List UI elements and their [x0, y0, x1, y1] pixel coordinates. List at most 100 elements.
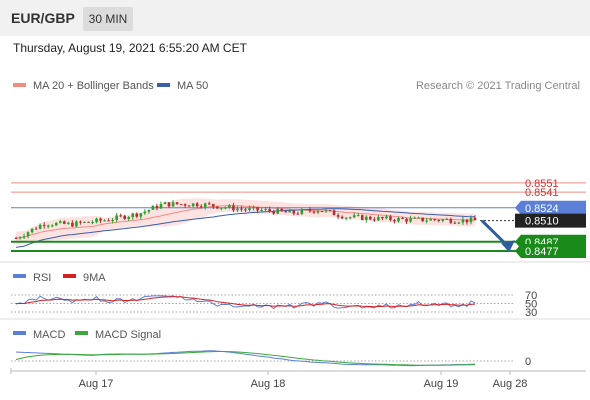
rsi-ma-line	[15, 296, 476, 308]
candle-body	[147, 209, 151, 212]
candle-body	[34, 228, 38, 230]
candle-body	[473, 217, 477, 221]
candle-body	[344, 217, 348, 219]
candle-body	[119, 215, 122, 217]
candle-body	[163, 202, 167, 204]
candle-body	[240, 208, 243, 210]
candle-body	[332, 210, 336, 216]
candle-body	[373, 219, 376, 221]
candle-body	[316, 211, 320, 213]
candle-body	[284, 211, 288, 213]
candle-body	[256, 207, 259, 211]
candle-body	[369, 216, 372, 220]
candle-body	[356, 215, 360, 217]
candle-body	[268, 209, 271, 211]
candle-body	[377, 216, 380, 221]
candle-body	[103, 220, 106, 222]
candle-body	[95, 218, 98, 223]
macd-signal-line	[15, 351, 476, 366]
candle-body	[437, 219, 441, 221]
candle-body	[171, 202, 175, 207]
candle-body	[397, 217, 400, 222]
candle-body	[453, 222, 457, 224]
candle-body	[183, 204, 187, 206]
legend-label-ma50: MA 50	[177, 80, 208, 92]
candle-body	[296, 213, 300, 215]
candle-body	[187, 205, 191, 207]
legend-swatch	[13, 83, 26, 87]
candle-body	[300, 209, 304, 214]
candle-body	[75, 221, 78, 227]
candle-body	[207, 203, 211, 205]
candle-body	[87, 221, 90, 223]
candle-body	[401, 217, 404, 219]
candle-body	[179, 204, 183, 206]
candle-body	[211, 204, 215, 207]
candle-body	[465, 219, 469, 223]
candle-body	[191, 203, 195, 207]
candle-body	[22, 236, 26, 238]
legend-label-ma20: MA 20 + Bollinger Bands	[33, 80, 154, 92]
x-tick-label: Aug 18	[251, 378, 286, 390]
candle-body	[244, 209, 247, 211]
candle-body	[409, 218, 412, 222]
candle-body	[30, 228, 34, 233]
candle-body	[107, 220, 110, 222]
candle-body	[236, 208, 239, 211]
candle-body	[71, 222, 74, 227]
candle-body	[115, 215, 118, 221]
candle-body	[445, 219, 449, 221]
rsi-ma-legend-label: 9MA	[83, 272, 106, 284]
macd-signal-legend-swatch	[75, 331, 88, 335]
candle-body	[449, 219, 453, 223]
macd-legend-swatch	[13, 331, 26, 335]
chart-svg: MA 20 + Bollinger Bands MA 50 Research © 2…	[0, 80, 590, 390]
candle-body	[308, 209, 312, 212]
x-tick-label: Aug 28	[493, 378, 528, 390]
candle-body	[155, 205, 159, 209]
macd-legend-label: MACD	[33, 329, 65, 341]
candle-body	[228, 205, 231, 208]
candle-body	[139, 213, 143, 217]
rsi-legend-swatch	[13, 274, 26, 278]
candle-body	[393, 219, 396, 222]
candle-body	[18, 237, 22, 239]
candle-body	[328, 210, 332, 212]
candle-body	[336, 215, 340, 217]
candle-body	[288, 210, 292, 213]
candle-body	[352, 215, 356, 218]
candle-body	[131, 213, 135, 218]
candle-body	[99, 218, 102, 221]
candle-body	[421, 217, 424, 222]
candle-body	[276, 208, 280, 214]
macd-signal-legend-label: MACD Signal	[95, 329, 161, 341]
candle-body	[385, 216, 388, 219]
current-price-label: 0.8510	[525, 216, 559, 228]
candle-body	[58, 221, 62, 223]
candle-body	[280, 208, 284, 212]
candle-body	[123, 215, 127, 219]
candle-body	[248, 208, 251, 211]
candle-body	[203, 203, 207, 207]
candle-body	[143, 211, 147, 214]
pivot-label: 0.8524	[525, 203, 559, 215]
candle-body	[79, 221, 82, 223]
candle-body	[304, 209, 308, 211]
legend-swatch	[157, 83, 170, 87]
rsi-level-label: 30	[525, 307, 537, 319]
candle-body	[324, 210, 328, 212]
candle-body	[364, 216, 368, 221]
candle-body	[167, 202, 171, 207]
candle-body	[38, 224, 42, 229]
candle-body	[389, 216, 392, 220]
candle-body	[425, 220, 428, 222]
credit-label: Research © 2021 Trading Central	[416, 80, 580, 92]
x-tick-label: Aug 19	[424, 378, 459, 390]
candle-body	[26, 232, 30, 237]
candle-body	[216, 206, 219, 209]
candle-body	[232, 205, 235, 211]
candle-body	[46, 225, 50, 227]
candle-body	[50, 225, 54, 227]
support-label: 0.8477	[525, 246, 559, 258]
candle-body	[83, 221, 86, 223]
